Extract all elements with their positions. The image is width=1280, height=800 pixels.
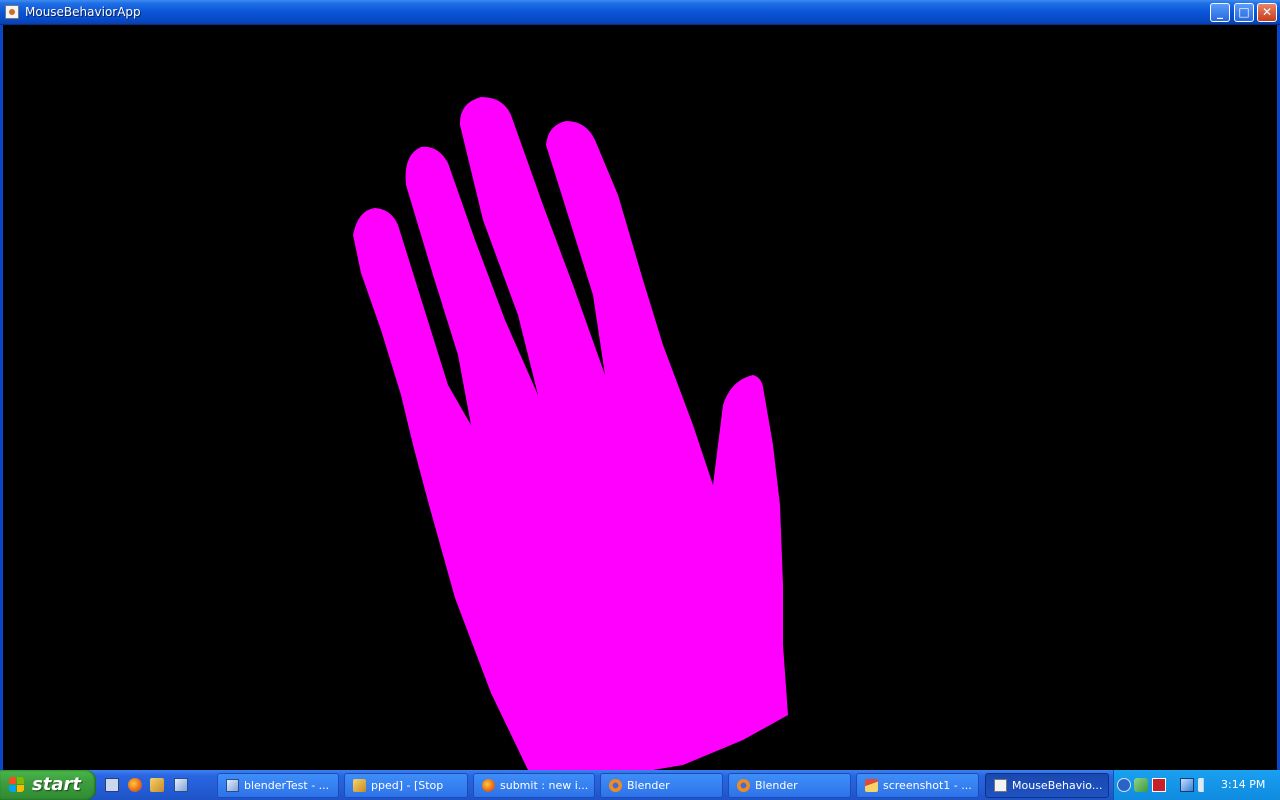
task-button-paint-stopped[interactable]: pped] - [Stop xyxy=(344,773,468,798)
window-title: MouseBehaviorApp xyxy=(25,5,141,19)
tray-expand-icon[interactable] xyxy=(1117,778,1131,792)
task-button-blender-2[interactable]: Blender xyxy=(728,773,851,798)
window-title-bar[interactable]: MouseBehaviorApp _ □ ✕ xyxy=(0,0,1280,25)
start-button[interactable]: start xyxy=(0,770,96,800)
task-button-screenshot1[interactable]: screenshot1 - ... xyxy=(856,773,979,798)
show-desktop-icon[interactable] xyxy=(105,778,119,792)
windows-logo-icon xyxy=(9,777,26,794)
taskbar: start blenderTest - ... pped] - [Stop su… xyxy=(0,770,1280,800)
close-button[interactable]: ✕ xyxy=(1257,3,1277,22)
system-clock[interactable]: 3:14 PM xyxy=(1221,778,1265,791)
paint-icon xyxy=(353,779,366,792)
system-tray: 3:14 PM xyxy=(1113,770,1280,800)
render-canvas[interactable] xyxy=(3,25,1277,770)
blender-icon xyxy=(737,779,750,792)
paint-icon[interactable] xyxy=(150,778,164,792)
start-label: start xyxy=(32,774,81,795)
volume-icon[interactable] xyxy=(1198,778,1212,792)
antivirus-m-icon[interactable] xyxy=(1152,778,1166,792)
maximize-button[interactable]: □ xyxy=(1234,3,1254,22)
task-button-mousebehaviorapp[interactable]: MouseBehavio... xyxy=(985,773,1109,798)
task-button-blender-1[interactable]: Blender xyxy=(600,773,723,798)
network-status-icon[interactable] xyxy=(1134,778,1148,792)
hand-model xyxy=(353,97,788,770)
task-button-blendertest[interactable]: blenderTest - ... xyxy=(217,773,339,798)
task-button-firefox-submit[interactable]: submit : new i... xyxy=(473,773,595,798)
firefox-icon xyxy=(482,779,495,792)
cube-icon xyxy=(226,779,239,792)
firefox-icon[interactable] xyxy=(128,778,142,792)
minimize-button[interactable]: _ xyxy=(1210,3,1230,22)
network-connection-icon[interactable] xyxy=(1180,778,1194,792)
java-app-icon[interactable] xyxy=(5,5,19,19)
app-cube-icon[interactable] xyxy=(174,778,188,792)
paint-brush-icon xyxy=(865,779,878,792)
hand-scene xyxy=(353,97,788,770)
blender-icon xyxy=(609,779,622,792)
java-icon xyxy=(994,779,1007,792)
